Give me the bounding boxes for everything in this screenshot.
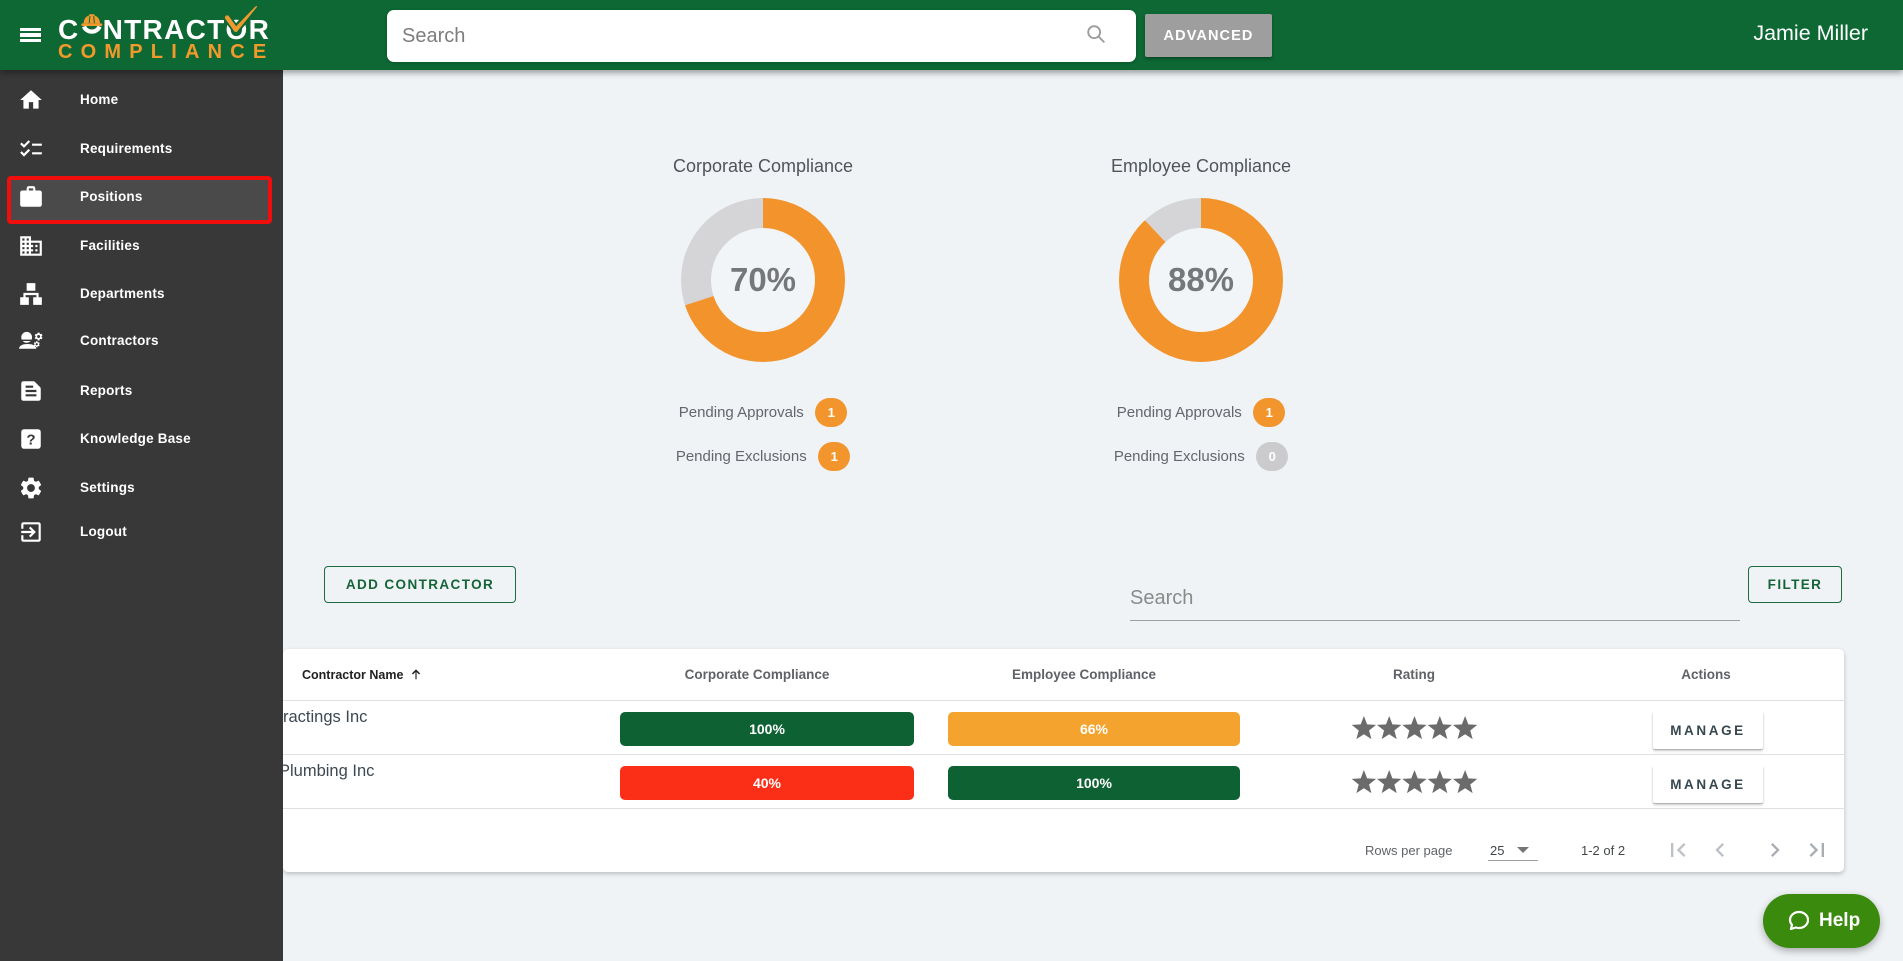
sidebar-item-label: Settings xyxy=(80,480,135,495)
corporate-pending-exclusions[interactable]: Pending Exclusions 1 xyxy=(583,442,943,471)
corporate-compliance-donut: 70% xyxy=(681,198,845,362)
hard-hat-icon xyxy=(80,14,102,34)
employee-compliance-title: Employee Compliance xyxy=(1110,156,1292,176)
svg-text:?: ? xyxy=(26,431,35,448)
sidebar-item-facilities[interactable]: Facilities xyxy=(0,222,283,270)
knowledge-base-icon: ? xyxy=(21,429,41,449)
column-actions[interactable]: Actions xyxy=(1681,649,1731,701)
manage-button[interactable]: MANAGE xyxy=(1653,711,1763,749)
sidebar-item-label: Reports xyxy=(80,383,133,398)
pagination-range: 1-2 of 2 xyxy=(1581,843,1626,858)
facilities-icon xyxy=(20,236,42,256)
user-name[interactable]: Jamie Miller xyxy=(1753,0,1868,70)
corporate-pending-exclusions-badge: 1 xyxy=(818,442,851,471)
column-rating[interactable]: Rating xyxy=(1393,649,1435,701)
table-footer: Rows per page 25 1-2 of 2 xyxy=(283,809,1844,872)
sidebar: Home Requirements Positions Facilities Depar… xyxy=(0,70,283,961)
logout-icon xyxy=(21,522,41,542)
corporate-compliance-bar: 40% xyxy=(620,766,914,800)
top-bar: CONTRACTOR COMPLIANCE ADVANCED Jamie Mil… xyxy=(0,0,1903,70)
rows-per-page-caret-icon[interactable] xyxy=(1517,847,1529,853)
sort-ascending-icon xyxy=(412,669,421,680)
logo-compliance: COMPLIANCE xyxy=(58,41,275,63)
sidebar-item-departments[interactable]: Departments xyxy=(0,270,283,318)
last-page-icon[interactable] xyxy=(1803,836,1831,864)
sidebar-item-label: Knowledge Base xyxy=(80,431,191,446)
advanced-search-button[interactable]: ADVANCED xyxy=(1145,14,1272,57)
sidebar-item-requirements[interactable]: Requirements xyxy=(0,125,283,173)
corporate-pending-approvals[interactable]: Pending Approvals 1 xyxy=(583,398,943,427)
corporate-pending-approvals-badge: 1 xyxy=(815,398,848,427)
settings-icon xyxy=(20,477,42,499)
sidebar-item-knowledge-base[interactable]: ? Knowledge Base xyxy=(0,415,283,463)
employee-pending-approvals[interactable]: Pending Approvals 1 xyxy=(1021,398,1381,427)
sidebar-item-logout[interactable]: Logout xyxy=(0,508,283,556)
column-corporate-compliance[interactable]: Corporate Compliance xyxy=(685,649,830,701)
sidebar-item-label: Logout xyxy=(80,524,127,539)
rows-per-page-label: Rows per page xyxy=(1365,843,1453,858)
global-search-input[interactable] xyxy=(402,10,1062,62)
contractors-icon xyxy=(19,331,43,349)
sidebar-item-reports[interactable]: Reports xyxy=(0,367,283,415)
departments-icon xyxy=(20,283,42,305)
sidebar-item-label: Contractors xyxy=(80,333,159,348)
chat-bubble-icon xyxy=(1788,910,1810,931)
column-employee-compliance[interactable]: Employee Compliance xyxy=(1012,649,1156,701)
corporate-compliance-bar: 100% xyxy=(620,712,914,746)
rows-per-page-underline xyxy=(1488,860,1538,861)
menu-icon[interactable] xyxy=(20,27,41,43)
sidebar-item-positions[interactable]: Positions xyxy=(0,173,283,221)
contractor-name: Plumbing Inc xyxy=(283,762,375,780)
sidebar-item-label: Departments xyxy=(80,286,165,301)
contractor-name: ractings Inc xyxy=(283,708,368,726)
sidebar-item-contractors[interactable]: Contractors xyxy=(0,317,283,365)
sidebar-item-label: Requirements xyxy=(80,141,173,156)
add-contractor-button[interactable]: ADD CONTRACTOR xyxy=(324,566,516,603)
sidebar-item-home[interactable]: Home xyxy=(0,76,283,124)
check-mark-icon xyxy=(222,5,257,37)
employee-compliance-bar: 66% xyxy=(948,712,1240,746)
corporate-compliance-percent: 70% xyxy=(729,261,797,298)
sidebar-item-settings[interactable]: Settings xyxy=(0,464,283,512)
reports-icon xyxy=(21,381,41,401)
help-button[interactable]: Help xyxy=(1763,894,1880,948)
sidebar-item-label: Facilities xyxy=(80,238,140,253)
previous-page-icon[interactable] xyxy=(1706,836,1734,864)
app-logo[interactable]: CONTRACTOR COMPLIANCE xyxy=(58,5,278,67)
table-row: ractings Inc 100% 66% MANAGE xyxy=(283,701,1844,755)
filter-button[interactable]: FILTER xyxy=(1748,566,1842,603)
table-row: Plumbing Inc 40% 100% MANAGE xyxy=(283,755,1844,809)
corporate-compliance-title: Corporate Compliance xyxy=(672,156,854,176)
positions-icon xyxy=(20,186,42,207)
table-search-input[interactable] xyxy=(1130,577,1740,621)
corporate-compliance-panel: Corporate Compliance 70% Pending Approva… xyxy=(583,70,943,471)
employee-compliance-panel: Employee Compliance 88% Pending Approval… xyxy=(1021,70,1381,471)
sidebar-item-label: Home xyxy=(80,92,119,107)
requirements-icon xyxy=(20,140,42,157)
employee-pending-approvals-badge: 1 xyxy=(1253,398,1286,427)
employee-compliance-percent: 88% xyxy=(1167,261,1235,298)
employee-pending-exclusions-badge: 0 xyxy=(1256,442,1289,471)
contractors-table: Contractor Name Corporate Compliance Emp… xyxy=(283,649,1844,872)
next-page-icon[interactable] xyxy=(1761,836,1789,864)
global-search xyxy=(387,10,1136,62)
sidebar-item-label: Positions xyxy=(80,189,143,204)
search-icon xyxy=(1087,25,1105,43)
rating-stars[interactable] xyxy=(1351,769,1478,796)
table-header: Contractor Name Corporate Compliance Emp… xyxy=(283,649,1844,701)
employee-compliance-bar: 100% xyxy=(948,766,1240,800)
logo-contractor: CONTRACTOR xyxy=(58,5,278,45)
home-icon xyxy=(20,90,42,109)
rating-stars[interactable] xyxy=(1351,715,1478,742)
rows-per-page-select[interactable]: 25 xyxy=(1490,843,1504,858)
first-page-icon[interactable] xyxy=(1664,836,1692,864)
employee-compliance-donut: 88% xyxy=(1119,198,1283,362)
employee-pending-exclusions[interactable]: Pending Exclusions 0 xyxy=(1021,442,1381,471)
main-content: Corporate Compliance 70% Pending Approva… xyxy=(283,70,1903,961)
manage-button[interactable]: MANAGE xyxy=(1653,765,1763,803)
column-contractor-name[interactable]: Contractor Name xyxy=(302,649,423,701)
